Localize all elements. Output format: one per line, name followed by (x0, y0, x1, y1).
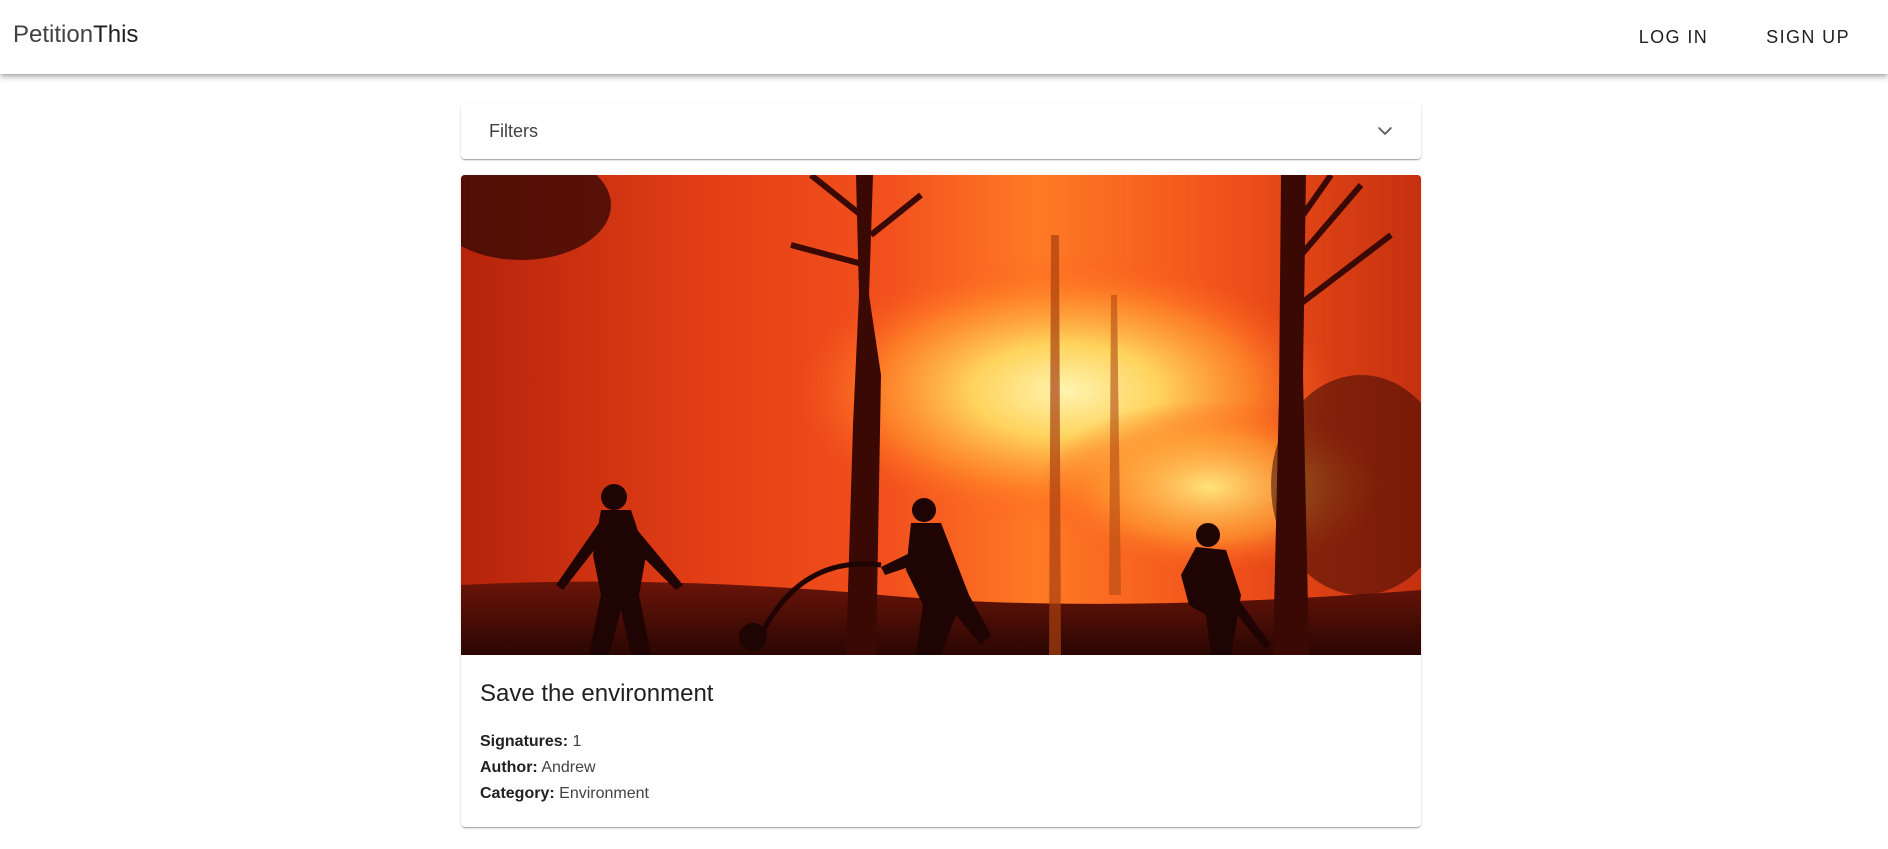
filters-expander[interactable]: Filters (461, 103, 1421, 159)
chevron-down-icon[interactable] (1373, 119, 1397, 143)
petition-card-content: Save the environment Signatures: 1 Autho… (461, 655, 1421, 827)
signup-button[interactable]: SIGN UP (1746, 13, 1870, 61)
category-value: Environment (559, 785, 649, 802)
category-row: Category: Environment (480, 781, 1402, 807)
signatures-value: 1 (572, 733, 582, 750)
login-button[interactable]: LOG IN (1619, 13, 1728, 61)
author-label: Author: (480, 759, 538, 776)
author-value: Andrew (541, 759, 596, 776)
author-row: Author: Andrew (480, 755, 1402, 781)
category-label: Category: (480, 785, 555, 802)
petition-image (461, 175, 1421, 655)
top-nav: LOG IN SIGN UP (1619, 0, 1888, 74)
filters-label: Filters (489, 120, 538, 141)
app-bar: PetitionThis LOG IN SIGN UP (0, 0, 1888, 74)
petition-title: Save the environment (480, 680, 714, 707)
signatures-row: Signatures: 1 (480, 729, 1402, 755)
brand-text-petition: Petition (13, 21, 94, 48)
petition-card[interactable]: Save the environment Signatures: 1 Autho… (461, 175, 1421, 827)
petition-list: Filters Save the environment Signatures:… (461, 103, 1421, 827)
signatures-label: Signatures: (480, 733, 569, 750)
brand-logo[interactable]: PetitionThis (13, 20, 138, 50)
brand-text-this: This (93, 21, 139, 48)
